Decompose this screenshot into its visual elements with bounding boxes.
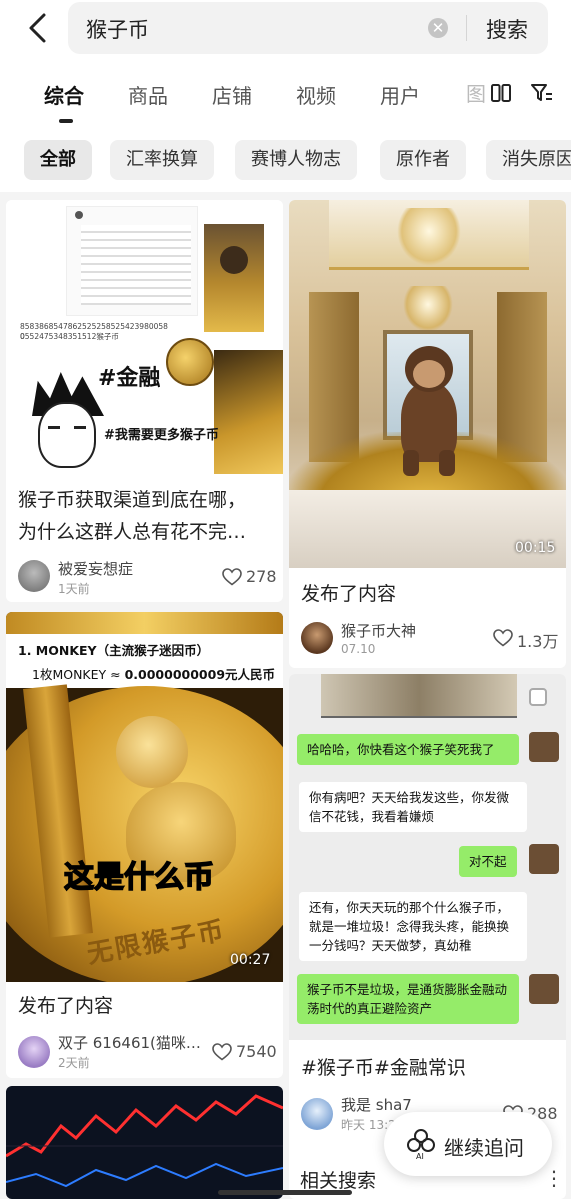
avatar[interactable] <box>301 622 333 654</box>
gold-coin-image <box>166 338 214 386</box>
search-query[interactable]: 猴子币 <box>86 14 149 44</box>
clear-icon[interactable]: ✕ <box>428 18 448 38</box>
monkey-face <box>413 360 445 388</box>
related-search-title: 相关搜索 <box>300 1170 377 1192</box>
video-duration: 00:15 <box>515 540 556 556</box>
card-title[interactable]: 猴子币获取渠道到底在哪， 为什么这群人总有花不完… <box>18 484 273 548</box>
chandelier-image <box>403 286 453 332</box>
heart-icon[interactable] <box>222 568 242 586</box>
author-name[interactable]: 被爱妄想症 <box>58 558 133 579</box>
checkbox-icon[interactable] <box>529 688 547 706</box>
coin-header-text: 1. MONKEY（主流猴子迷因币） <box>18 643 210 658</box>
like-count: 7540 <box>236 1042 277 1061</box>
avatar[interactable] <box>18 560 50 592</box>
tab-products[interactable]: 商品 <box>128 80 168 109</box>
like-count: 1.3万 <box>517 632 559 651</box>
more-options-icon[interactable]: ⋮ <box>544 1166 564 1190</box>
divider <box>466 15 467 41</box>
money-photo <box>321 674 517 718</box>
stock-chart-image <box>6 1094 283 1188</box>
chat-avatar <box>529 974 559 1004</box>
gold-monkey-image <box>214 350 283 474</box>
avatar[interactable] <box>18 1036 50 1068</box>
chip-exchange[interactable]: 汇率换算 <box>110 140 214 180</box>
back-icon[interactable] <box>22 10 54 46</box>
card-thumbnail[interactable]: 哈哈哈，你快看这个猴子笑死我了 你有病吧？天天给我发这些，你发微信不花钱，我看着… <box>289 674 566 1040</box>
video-caption: 这是什么币 <box>63 859 215 896</box>
card-thumbnail[interactable]: 00:15 <box>289 200 566 568</box>
digits-text-2: 0552475348351512猴子币 <box>20 332 119 341</box>
post-date: 2天前 <box>58 1056 90 1070</box>
post-date: 1天前 <box>58 582 90 596</box>
active-tab-indicator <box>59 119 73 123</box>
coin-rim-top <box>6 612 283 636</box>
app: 猴子币 ✕ 搜索 综合 商品 店铺 视频 用户 图 全部 汇率换算 赛博人物志 … <box>0 0 571 1199</box>
tab-images[interactable]: 图 <box>466 78 488 106</box>
tab-videos[interactable]: 视频 <box>296 80 336 109</box>
card-title-line: 为什么这群人总有花不完… <box>18 521 247 543</box>
feed-card[interactable] <box>6 1086 283 1199</box>
monkey-head <box>220 246 248 274</box>
chat-bubble-left: 还有，你天天玩的那个什么猴子币，就是一堆垃圾！念得我头疼，能换换一分钱吗？天天做… <box>299 892 527 961</box>
avatar[interactable] <box>301 1098 333 1130</box>
card-thumbnail[interactable] <box>6 1086 283 1199</box>
layout-toggle-icon[interactable] <box>491 84 511 102</box>
author-name[interactable]: 我是 sha7 <box>341 1094 412 1115</box>
filter-icon[interactable] <box>531 83 553 103</box>
monkey-suit-image <box>204 224 264 332</box>
tab-shops[interactable]: 店铺 <box>212 80 252 109</box>
chat-bubble-right: 对不起 <box>459 846 517 877</box>
post-date: 07.10 <box>341 642 376 656</box>
chip-disappear-reason[interactable]: 消失原因 <box>486 140 571 180</box>
card-thumbnail[interactable]: 1. MONKEY（主流猴子迷因币） 1枚MONKEY ≈ 0.00000000… <box>6 612 283 982</box>
author-name[interactable]: 双子 616461(猫咪… <box>58 1032 201 1053</box>
screenshot-snippet <box>66 206 198 316</box>
filter-chips: 全部 汇率换算 赛博人物志 原作者 消失原因 <box>0 128 571 192</box>
home-indicator[interactable] <box>218 1190 352 1195</box>
video-duration: 00:27 <box>230 952 271 968</box>
chat-bubble-right: 猴子币不是垃圾，是通货膨胀金融动荡时代的真正避险资产 <box>297 974 519 1024</box>
chat-avatar <box>529 732 559 762</box>
continue-ask-label: 继续追问 <box>444 1136 524 1160</box>
continue-ask-button[interactable]: AI 继续追问 <box>384 1112 552 1176</box>
ai-icon: AI <box>407 1129 435 1160</box>
chat-bubble-right: 哈哈哈，你快看这个猴子笑死我了 <box>297 734 519 765</box>
tag-finance: #金融 <box>98 366 161 391</box>
search-button[interactable]: 搜索 <box>486 14 528 44</box>
feed-card[interactable]: 85838685478625252585254239800580 0552475… <box>6 200 283 602</box>
chip-all[interactable]: 全部 <box>24 140 92 180</box>
rate-value: 0.0000000009元人民币 <box>124 667 276 682</box>
search-input[interactable]: 猴子币 ✕ 搜索 <box>68 2 548 54</box>
heart-icon[interactable] <box>493 629 513 647</box>
chandelier-image <box>397 208 461 266</box>
card-thumbnail[interactable]: 85838685478625252585254239800580 0552475… <box>6 200 283 478</box>
feed-card[interactable]: 1. MONKEY（主流猴子迷因币） 1枚MONKEY ≈ 0.00000000… <box>6 612 283 1078</box>
heart-icon[interactable] <box>212 1043 232 1061</box>
tag-need-more: #我需要更多猴子币 <box>104 428 219 443</box>
chat-avatar <box>529 844 559 874</box>
monkey-leg <box>439 450 455 476</box>
chip-cyber-people[interactable]: 赛博人物志 <box>235 140 357 180</box>
monkey-leg <box>403 450 419 476</box>
tab-bar: 综合 商品 店铺 视频 用户 图 <box>0 56 571 128</box>
like-count: 278 <box>246 567 277 586</box>
floor <box>289 490 566 568</box>
card-title[interactable]: 发布了内容 <box>301 578 396 610</box>
tab-all[interactable]: 综合 <box>44 80 84 109</box>
feed-card[interactable]: 00:15 发布了内容 猴子币大神 07.10 1.3万 <box>289 200 566 668</box>
tab-users[interactable]: 用户 <box>380 80 420 109</box>
top-bar: 猴子币 ✕ 搜索 <box>0 0 571 56</box>
card-title-line: 猴子币获取渠道到底在哪， <box>18 489 247 511</box>
chip-original-author[interactable]: 原作者 <box>380 140 466 180</box>
exchange-rate-line: 1枚MONKEY ≈ 0.0000000009元人民币 <box>32 664 275 683</box>
rate-prefix: 1枚MONKEY ≈ <box>32 667 125 682</box>
svg-text:AI: AI <box>416 1152 424 1160</box>
monkey-head <box>116 716 188 788</box>
author-name[interactable]: 猴子币大神 <box>341 620 416 641</box>
info-strip: 1. MONKEY（主流猴子迷因币） 1枚MONKEY ≈ 0.00000000… <box>6 634 283 688</box>
card-title[interactable]: #猴子币#金融常识 <box>301 1052 466 1084</box>
chat-bubble-left: 你有病吧？天天给我发这些，你发微信不花钱，我看着嫌烦 <box>299 782 527 832</box>
card-title[interactable]: 发布了内容 <box>18 990 113 1022</box>
